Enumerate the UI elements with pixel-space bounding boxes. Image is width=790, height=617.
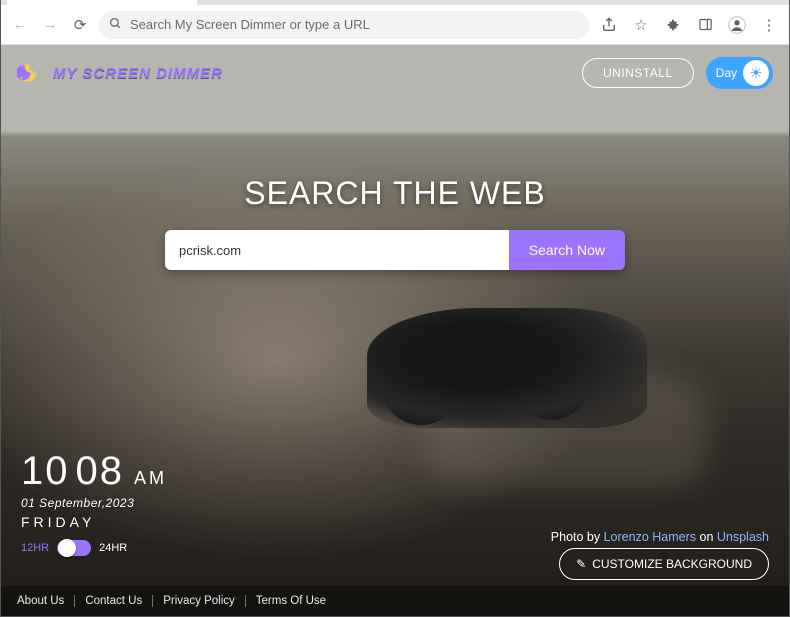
clock-date: 01 September,2023 (21, 496, 167, 510)
sun-icon: ☀ (743, 60, 769, 86)
hour-format-toggle[interactable]: 12HR 24HR (21, 540, 167, 556)
pencil-icon: ✎ (576, 557, 586, 571)
extensions-icon[interactable] (661, 13, 685, 37)
footer-link-terms[interactable]: Terms Of Use (246, 595, 336, 607)
toggle-track[interactable] (57, 540, 91, 556)
chevron-down-icon[interactable]: ⌄ (613, 0, 657, 5)
credit-source-link[interactable]: Unsplash (717, 530, 769, 544)
day-label: Day (716, 66, 737, 80)
photo-credits: Photo by Lorenzo Hamers on Unsplash (551, 530, 769, 544)
address-bar[interactable]: Search My Screen Dimmer or type a URL (99, 11, 589, 39)
profile-icon[interactable] (725, 13, 749, 37)
browser-toolbar: ← → ⟳ Search My Screen Dimmer or type a … (1, 5, 789, 45)
clock-minutes: 08 (76, 449, 125, 494)
footer-links: About Us Contact Us Privacy Policy Terms… (1, 586, 789, 616)
page-content: MY SCREEN DIMMER UNINSTALL Day ☀ SEARCH … (1, 45, 789, 616)
footer-link-about[interactable]: About Us (17, 595, 75, 607)
logo-text: MY SCREEN DIMMER (53, 65, 223, 82)
day-night-toggle[interactable]: Day ☀ (706, 57, 773, 89)
browser-tab[interactable]: New Tab × (7, 0, 197, 5)
maximize-button[interactable]: ☐ (701, 0, 745, 5)
close-window-button[interactable]: ✕ (745, 0, 789, 5)
search-headline: SEARCH THE WEB (244, 175, 545, 212)
customize-label: CUSTOMIZE BACKGROUND (592, 557, 752, 571)
moon-icon (17, 59, 45, 87)
credit-author-link[interactable]: Lorenzo Hamers (604, 530, 696, 544)
omnibox-placeholder: Search My Screen Dimmer or type a URL (130, 17, 370, 32)
menu-icon[interactable]: ⋮ (757, 13, 781, 37)
new-tab-button[interactable]: + (197, 0, 225, 5)
footer-link-contact[interactable]: Contact Us (75, 595, 153, 607)
minimize-button[interactable]: — (657, 0, 701, 5)
logo[interactable]: MY SCREEN DIMMER (17, 59, 223, 87)
clock-ampm: AM (134, 468, 167, 489)
footer-link-privacy[interactable]: Privacy Policy (153, 595, 246, 607)
search-bar: Search Now (165, 230, 625, 270)
uninstall-button[interactable]: UNINSTALL (582, 58, 694, 88)
share-icon[interactable] (597, 13, 621, 37)
customize-background-button[interactable]: ✎ CUSTOMIZE BACKGROUND (559, 548, 769, 580)
clock-widget: 10 08 AM 01 September,2023 FRIDAY 12HR 2… (21, 449, 167, 556)
clock-hours: 10 (21, 449, 70, 494)
search-input[interactable] (165, 230, 509, 270)
back-button[interactable]: ← (9, 14, 31, 36)
search-icon (109, 17, 122, 33)
star-icon[interactable]: ☆ (629, 13, 653, 37)
clock-day: FRIDAY (21, 514, 167, 530)
reload-button[interactable]: ⟳ (69, 14, 91, 36)
forward-button[interactable]: → (39, 14, 61, 36)
label-12hr: 12HR (21, 542, 49, 554)
search-button[interactable]: Search Now (509, 230, 625, 270)
side-panel-icon[interactable] (693, 13, 717, 37)
label-24hr: 24HR (99, 542, 127, 554)
tab-strip: New Tab × + ⌄ — ☐ ✕ (1, 0, 789, 5)
